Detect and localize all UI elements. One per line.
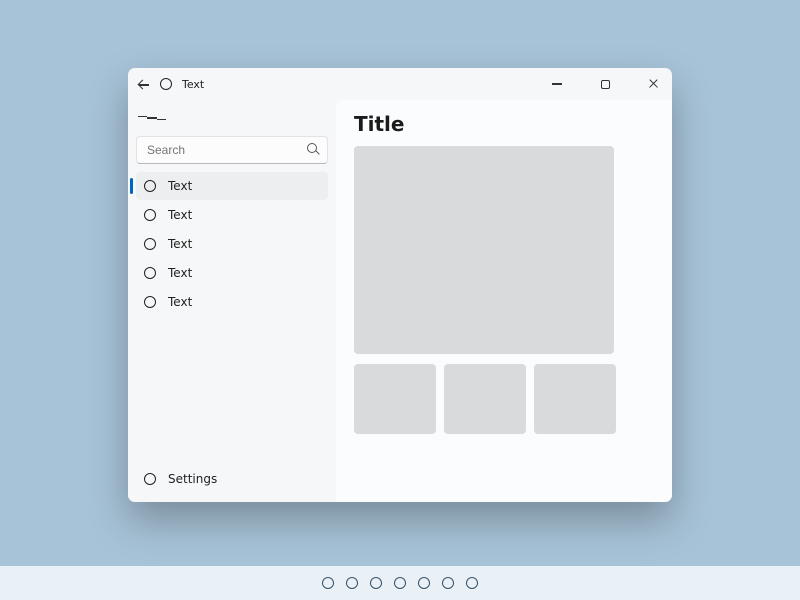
search-input[interactable] <box>136 136 328 164</box>
nav-item-label: Text <box>168 208 192 222</box>
circle-icon <box>144 296 156 308</box>
page-title: Title <box>354 112 654 136</box>
circle-icon <box>144 180 156 192</box>
nav-item-label: Text <box>168 266 192 280</box>
taskbar-icon[interactable] <box>370 577 382 589</box>
minimize-button[interactable] <box>538 68 576 100</box>
window-title: Text <box>182 78 204 91</box>
search-icon <box>307 143 320 156</box>
titlebar: Text <box>128 68 672 100</box>
circle-icon <box>144 209 156 221</box>
search-box[interactable] <box>136 136 328 164</box>
thumbnail[interactable] <box>354 364 436 434</box>
nav-item-label: Text <box>168 295 192 309</box>
nav-item-settings[interactable]: Settings <box>136 465 328 493</box>
hero-placeholder <box>354 146 614 354</box>
sidebar: Text Text Text Text Text <box>128 100 336 502</box>
nav-item-0[interactable]: Text <box>136 172 328 200</box>
circle-icon <box>144 238 156 250</box>
nav-item-2[interactable]: Text <box>136 230 328 258</box>
circle-icon <box>144 473 156 485</box>
nav-item-label: Settings <box>168 472 217 486</box>
nav-item-label: Text <box>168 179 192 193</box>
nav-item-1[interactable]: Text <box>136 201 328 229</box>
app-window: Text Text Text Text <box>128 68 672 502</box>
taskbar-icon[interactable] <box>346 577 358 589</box>
taskbar-icon[interactable] <box>442 577 454 589</box>
close-button[interactable] <box>634 68 672 100</box>
back-button[interactable] <box>136 77 150 91</box>
taskbar-icon[interactable] <box>418 577 430 589</box>
taskbar-icon[interactable] <box>394 577 406 589</box>
menu-button[interactable] <box>138 106 166 130</box>
maximize-button[interactable] <box>586 68 624 100</box>
taskbar-icon[interactable] <box>322 577 334 589</box>
app-icon <box>160 78 172 90</box>
thumbnail-row <box>354 364 654 434</box>
taskbar-icon[interactable] <box>466 577 478 589</box>
thumbnail[interactable] <box>444 364 526 434</box>
nav-item-4[interactable]: Text <box>136 288 328 316</box>
nav-item-3[interactable]: Text <box>136 259 328 287</box>
nav-item-label: Text <box>168 237 192 251</box>
circle-icon <box>144 267 156 279</box>
content-area: Title <box>336 100 672 502</box>
taskbar <box>0 566 800 600</box>
thumbnail[interactable] <box>534 364 616 434</box>
